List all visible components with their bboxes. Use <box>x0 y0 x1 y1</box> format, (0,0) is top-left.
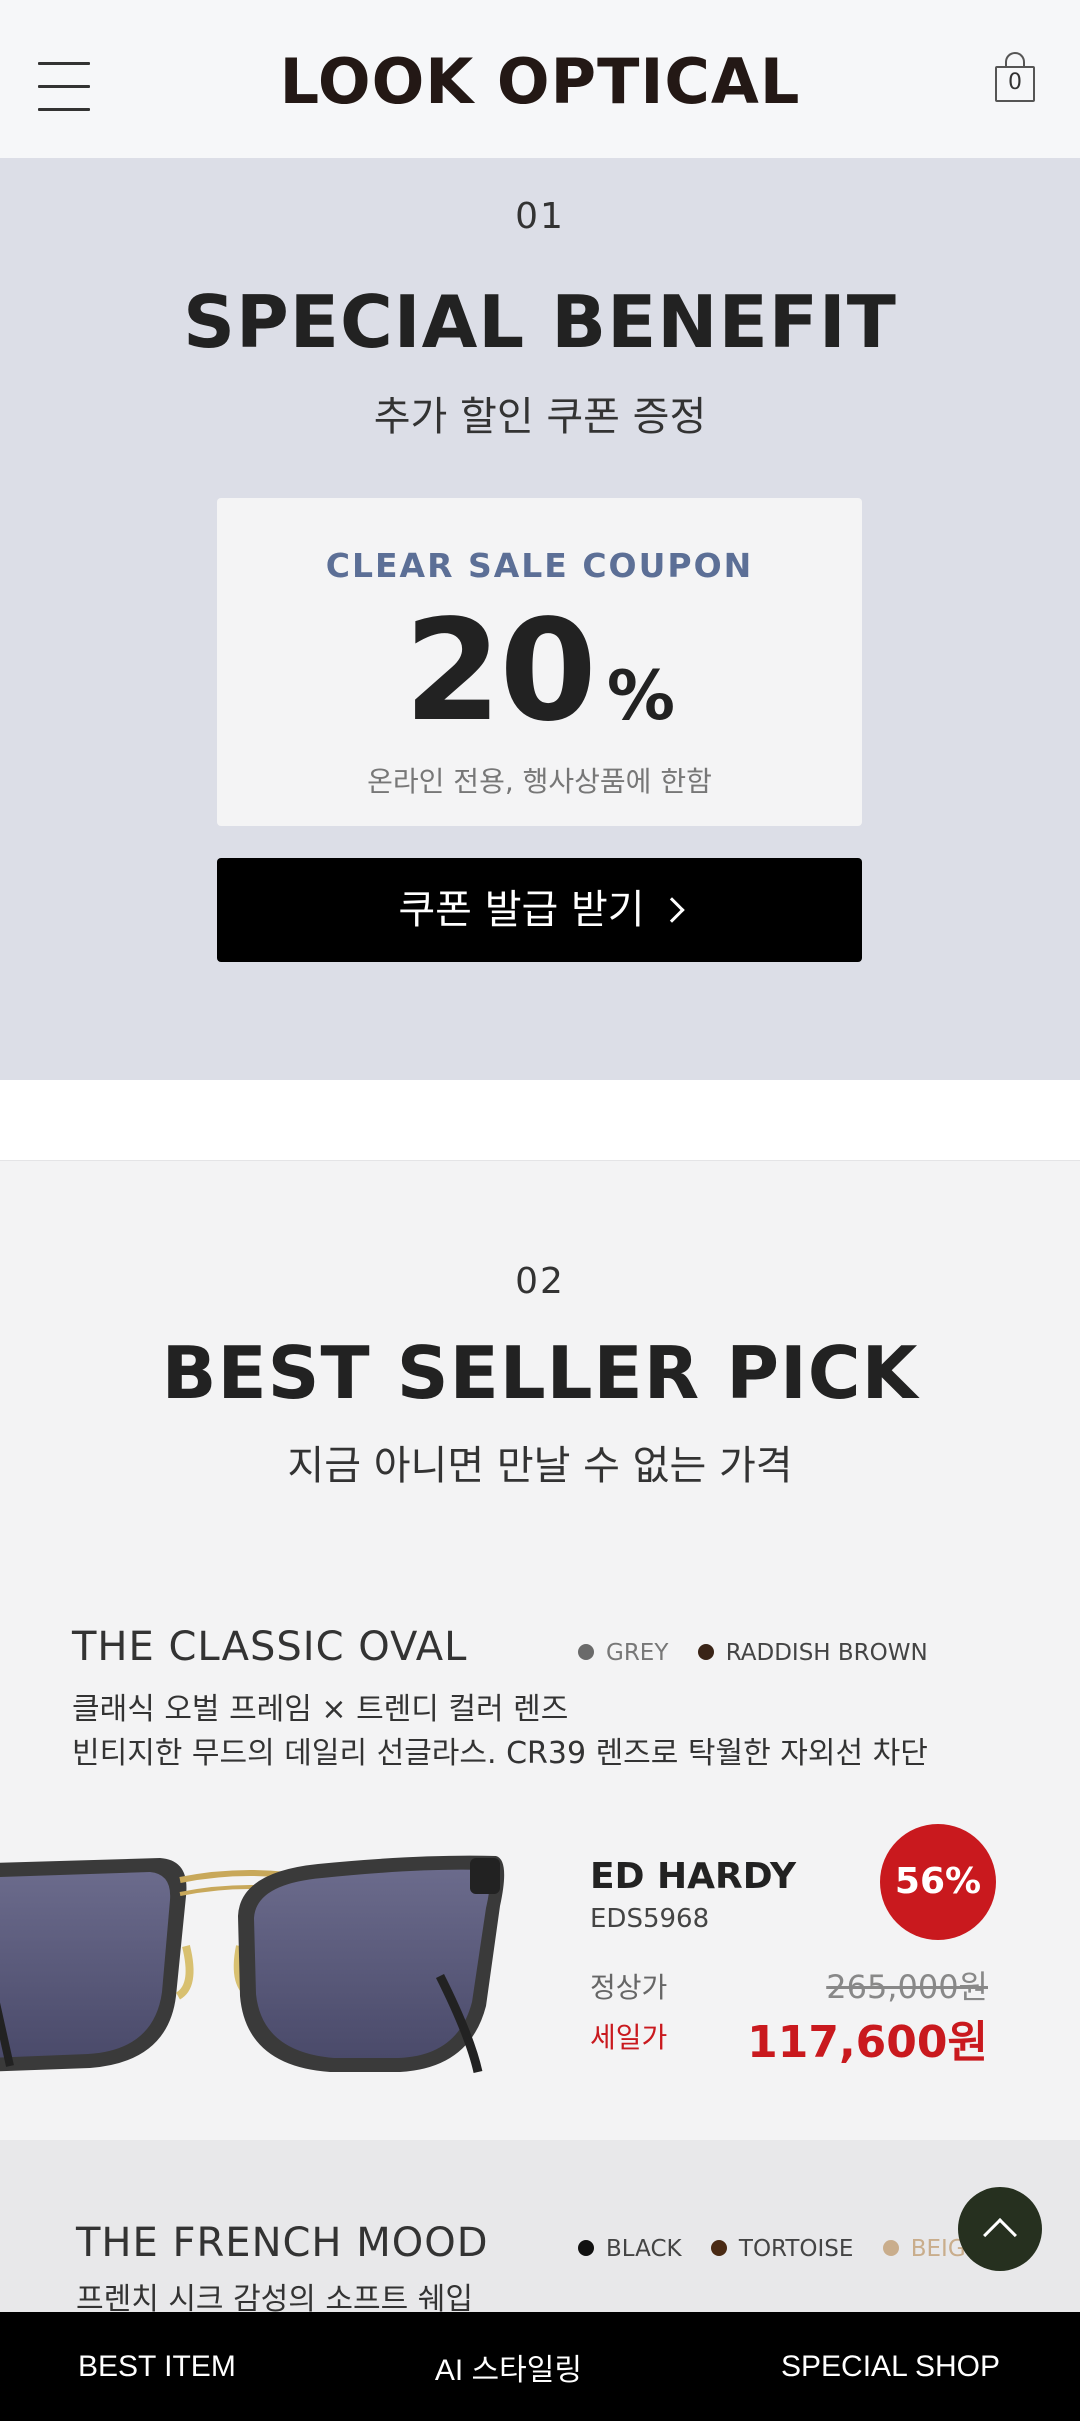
section-subtitle: 추가 할인 쿠폰 증정 <box>373 394 707 440</box>
coupon-unit: % <box>606 657 675 736</box>
coupon-card: CLEAR SALE COUPON 20% 온라인 전용, 행사상품에 한함 <box>217 498 862 826</box>
bottom-nav: BEST ITEM AI 스타일링 SPECIAL SHOP <box>0 2312 1080 2421</box>
chevron-up-icon <box>983 2218 1017 2252</box>
section-title: SPECIAL BENEFIT <box>183 280 897 364</box>
discount-badge: 56% <box>880 1824 996 1940</box>
coupon-percent: 20 <box>404 590 597 753</box>
section-title: BEST SELLER PICK <box>161 1331 919 1415</box>
special-benefit-section: 01 SPECIAL BENEFIT 추가 할인 쿠폰 증정 CLEAR SAL… <box>0 158 1080 1080</box>
color-swatch <box>578 2239 594 2256</box>
get-coupon-label: 쿠폰 발급 받기 <box>398 887 645 933</box>
nav-ai-styling[interactable]: AI 스타일링 <box>435 2345 582 2389</box>
product-model: EDS5968 <box>590 1904 710 1934</box>
color-options: GREY RADDISH BROWN <box>578 1640 950 1666</box>
color-option[interactable]: GREY <box>578 1640 668 1666</box>
product-title: THE CLASSIC OVAL <box>72 1624 468 1670</box>
sale-price: 117,600원 <box>747 2017 988 2068</box>
coupon-value: 20% <box>217 590 862 753</box>
original-price: 265,000원 <box>826 1968 988 2006</box>
product-description: 클래식 오벌 프레임 × 트렌디 컬러 렌즈 빈티지한 무드의 데일리 선글라스… <box>72 1692 928 1771</box>
color-option[interactable]: TORTOISE <box>710 2236 853 2262</box>
product-brand: ED HARDY <box>590 1856 797 1897</box>
sunglasses-product-image[interactable] <box>0 1836 510 2082</box>
cart-count: 0 <box>1008 70 1022 95</box>
section-subtitle: 지금 아니면 만날 수 없는 가격 <box>287 1443 793 1489</box>
get-coupon-button[interactable]: 쿠폰 발급 받기 <box>217 858 862 962</box>
scroll-top-button[interactable] <box>958 2187 1042 2271</box>
color-swatch <box>882 2239 899 2256</box>
nav-special-shop[interactable]: SPECIAL SHOP <box>781 2350 1000 2384</box>
shopping-bag-icon[interactable]: 0 <box>993 52 1037 106</box>
coupon-note: 온라인 전용, 행사상품에 한함 <box>367 765 712 798</box>
nav-best-item[interactable]: BEST ITEM <box>78 2350 236 2384</box>
color-swatch <box>697 1643 714 1660</box>
section-number: 02 <box>515 1261 565 1302</box>
color-swatch <box>578 1643 594 1660</box>
header: LOOK OPTICAL 0 <box>0 0 1080 158</box>
sale-price-label: 세일가 <box>590 2021 668 2054</box>
section-number: 01 <box>515 196 565 237</box>
original-price-label: 정상가 <box>590 1971 668 2004</box>
color-swatch <box>710 2239 727 2256</box>
chevron-right-icon <box>658 897 685 923</box>
color-option[interactable]: BLACK <box>578 2236 682 2262</box>
logo[interactable]: LOOK OPTICAL <box>0 45 1080 118</box>
coupon-label: CLEAR SALE COUPON <box>325 546 754 585</box>
product-title: THE FRENCH MOOD <box>76 2220 489 2266</box>
color-options: BLACK TORTOISE BEIGE <box>578 2236 1002 2262</box>
color-option[interactable]: RADDISH BROWN <box>697 1640 928 1666</box>
